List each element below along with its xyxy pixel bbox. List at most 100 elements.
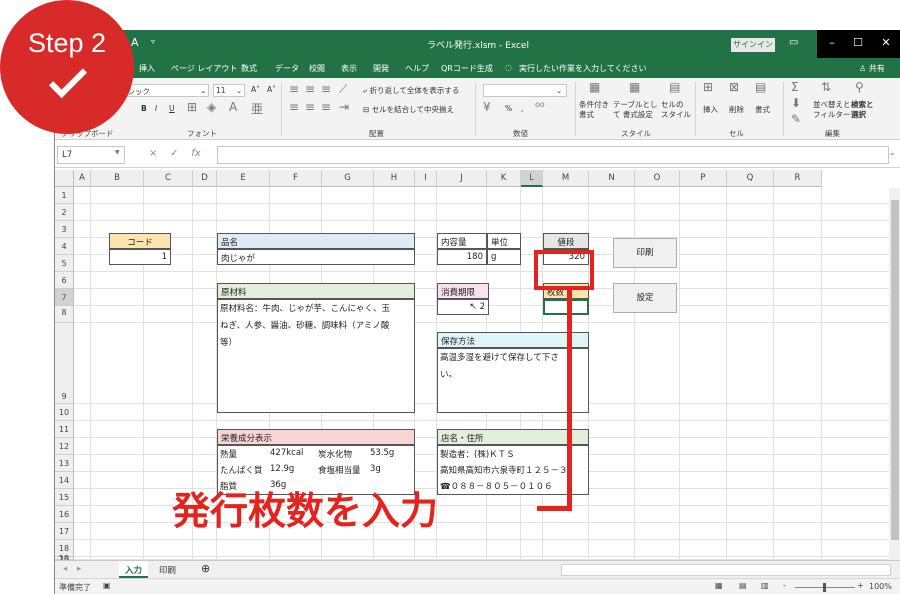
- expiry-value-cell[interactable]: ↖ 2: [437, 299, 489, 315]
- column-header-m[interactable]: M: [543, 170, 589, 187]
- ribbon-options-icon[interactable]: ▭: [789, 37, 798, 48]
- merge-center-button[interactable]: ⊟ セルを結合して中央揃え: [363, 104, 454, 115]
- enter-icon[interactable]: ✓: [170, 148, 178, 159]
- formula-input[interactable]: [217, 146, 889, 164]
- search-icon[interactable]: ⚲: [855, 80, 864, 94]
- row-header-1[interactable]: 1: [55, 187, 74, 204]
- table-format-button[interactable]: テーブルとして 書式設定: [613, 100, 661, 120]
- zoom-slider-thumb[interactable]: [823, 583, 826, 592]
- clear-icon[interactable]: ✎: [791, 112, 801, 126]
- column-header-c[interactable]: C: [144, 170, 193, 187]
- conditional-format-icon[interactable]: ▦: [589, 80, 600, 94]
- row-header-16[interactable]: 16: [55, 506, 74, 523]
- chevron-down-icon[interactable]: ▼: [115, 149, 120, 156]
- sheet-tab-input[interactable]: 入力: [119, 561, 149, 578]
- print-button[interactable]: 印刷: [613, 238, 677, 268]
- row-header-17[interactable]: 17: [55, 523, 74, 540]
- grow-font-icon[interactable]: A˄: [251, 85, 260, 94]
- row-header-13[interactable]: 13: [55, 455, 74, 472]
- expand-formula-icon[interactable]: ⌄: [889, 148, 896, 157]
- italic-button[interactable]: I: [155, 104, 157, 113]
- tab-help[interactable]: ヘルプ: [405, 63, 429, 74]
- tab-developer[interactable]: 開発: [373, 63, 389, 74]
- column-header-l[interactable]: L: [521, 170, 543, 187]
- add-sheet-icon[interactable]: ⊕: [195, 559, 216, 576]
- indent-icon[interactable]: ⇥: [339, 100, 349, 114]
- share-button[interactable]: ♙ 共有: [859, 63, 885, 74]
- select-all-corner[interactable]: [55, 170, 74, 187]
- comma-style-icon[interactable]: ,: [521, 104, 523, 113]
- autosum-icon[interactable]: Σ: [791, 80, 799, 94]
- page-layout-view-icon[interactable]: ▤: [739, 581, 747, 590]
- quantity-input-cell[interactable]: [543, 299, 589, 315]
- delete-button[interactable]: 削除: [729, 104, 744, 115]
- normal-view-icon[interactable]: ▦: [715, 581, 723, 590]
- row-header-4[interactable]: 4: [55, 238, 74, 255]
- zoom-out-button[interactable]: -: [783, 581, 786, 590]
- insert-cells-icon[interactable]: ⊞: [703, 80, 713, 94]
- page-break-view-icon[interactable]: ▥: [761, 581, 769, 590]
- sort-filter-icon[interactable]: ⇅: [821, 80, 831, 94]
- column-header-e[interactable]: E: [217, 170, 270, 187]
- column-header-a[interactable]: A: [74, 170, 91, 187]
- row-header-7[interactable]: 7: [55, 289, 74, 306]
- column-header-j[interactable]: J: [437, 170, 487, 187]
- signin-button[interactable]: サインイン: [731, 38, 775, 52]
- tab-qr-code[interactable]: QRコード生成: [441, 63, 493, 74]
- align-top-icon[interactable]: ≡: [289, 82, 299, 96]
- column-header-o[interactable]: O: [635, 170, 680, 187]
- tab-formulas[interactable]: 数式: [241, 63, 257, 74]
- tab-view[interactable]: 表示: [341, 63, 357, 74]
- zoom-in-button[interactable]: +: [857, 581, 864, 590]
- column-header-b[interactable]: B: [91, 170, 144, 187]
- column-header-q[interactable]: Q: [727, 170, 774, 187]
- percent-button[interactable]: %: [505, 104, 512, 113]
- align-center-icon[interactable]: ≡: [305, 100, 315, 114]
- row-header-9[interactable]: 9: [55, 323, 74, 404]
- row-header-14[interactable]: 14: [55, 472, 74, 489]
- table-format-icon[interactable]: ▦: [629, 80, 640, 94]
- column-header-f[interactable]: F: [270, 170, 322, 187]
- column-header-g[interactable]: G: [322, 170, 374, 187]
- tab-data[interactable]: データ: [275, 63, 299, 74]
- fill-color-icon[interactable]: ◈: [207, 100, 216, 114]
- row-header-2[interactable]: 2: [55, 204, 74, 221]
- settings-button[interactable]: 設定: [613, 283, 677, 313]
- row-header-15[interactable]: 15: [55, 489, 74, 506]
- row-header-11[interactable]: 11: [55, 421, 74, 438]
- capacity-value-cell[interactable]: 180: [437, 249, 487, 265]
- format-button[interactable]: 書式: [755, 104, 770, 115]
- insert-button[interactable]: 挿入: [703, 104, 718, 115]
- column-header-i[interactable]: I: [415, 170, 437, 187]
- row-header-6[interactable]: 6: [55, 272, 74, 289]
- cell-style-icon[interactable]: ▤: [669, 80, 680, 94]
- currency-icon[interactable]: ¥: [483, 100, 491, 114]
- column-header-d[interactable]: D: [193, 170, 217, 187]
- macro-record-icon[interactable]: ▣: [103, 581, 111, 590]
- align-left-icon[interactable]: ≡: [289, 100, 299, 114]
- tell-me-input[interactable]: 実行したい作業を入力してください: [519, 63, 647, 74]
- column-header-k[interactable]: K: [487, 170, 521, 187]
- tab-insert[interactable]: 挿入: [139, 63, 155, 74]
- horizontal-scrollbar[interactable]: [561, 564, 891, 576]
- find-select-button[interactable]: 検索と 選択: [851, 100, 883, 120]
- row-header-12[interactable]: 12: [55, 438, 74, 455]
- sort-filter-button[interactable]: 並べ替えと フィルター: [813, 100, 853, 120]
- column-header-p[interactable]: P: [680, 170, 727, 187]
- phonetic-icon[interactable]: 亜: [251, 100, 263, 117]
- delete-cells-icon[interactable]: ⊠: [729, 80, 739, 94]
- row-header-5[interactable]: 5: [55, 255, 74, 272]
- column-header-r[interactable]: R: [774, 170, 822, 187]
- cancel-icon[interactable]: ×: [149, 148, 157, 159]
- unit-value-cell[interactable]: g: [487, 249, 521, 265]
- close-icon[interactable]: ✕: [873, 36, 899, 49]
- column-header-h[interactable]: H: [374, 170, 415, 187]
- align-bottom-icon[interactable]: ≡: [321, 82, 331, 96]
- column-header-n[interactable]: N: [589, 170, 635, 187]
- format-cells-icon[interactable]: ▤: [755, 80, 766, 94]
- shrink-font-icon[interactable]: A˅: [267, 85, 276, 94]
- increase-decimal-icon[interactable]: ⁰⁰: [535, 100, 545, 114]
- underline-button[interactable]: U: [169, 104, 175, 113]
- fx-icon[interactable]: fx: [191, 148, 200, 159]
- tab-page-layout[interactable]: ページ レイアウト: [171, 63, 237, 74]
